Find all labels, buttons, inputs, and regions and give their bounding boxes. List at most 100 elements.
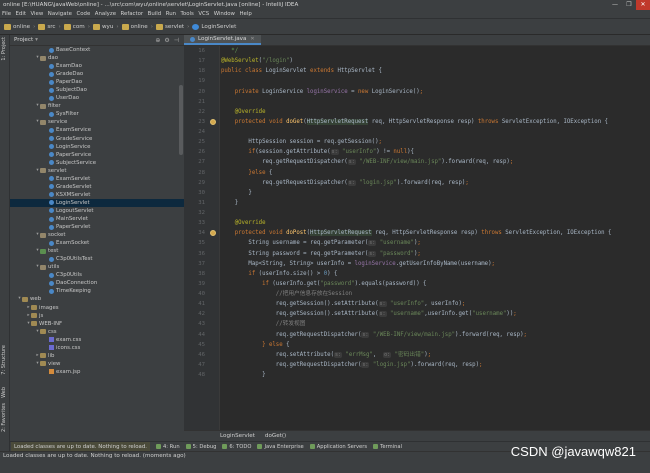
close-button[interactable]: ✕ <box>636 0 650 10</box>
project-scrollbar[interactable] <box>179 85 183 155</box>
tree-item[interactable]: MainServlet <box>10 215 184 223</box>
application-servers-tool-button[interactable]: Application Servers <box>309 444 367 450</box>
menu-edit[interactable]: Edit <box>16 10 26 19</box>
tree-item[interactable]: ▾ service <box>10 118 184 126</box>
line-number: 35 <box>198 240 205 247</box>
tree-item[interactable]: ▾ view <box>10 360 184 368</box>
code-line: @Override <box>221 220 266 227</box>
tree-item[interactable]: ▸ lib <box>10 352 184 360</box>
tree-item[interactable]: LoginServlet <box>10 198 184 207</box>
tree-item[interactable]: ▾ test <box>10 247 184 255</box>
override-method-icon[interactable] <box>210 118 216 125</box>
web-tool-tab[interactable]: Web <box>1 387 9 398</box>
tree-item[interactable]: ▾ dao <box>10 54 184 62</box>
terminal-tool-button[interactable]: Terminal <box>373 444 402 450</box>
tree-item[interactable]: ▾ utils <box>10 263 184 271</box>
menu-help[interactable]: Help <box>239 10 251 19</box>
run-tool-button[interactable]: 4: Run <box>155 444 180 450</box>
tree-item-label: exam.jsp <box>56 368 81 375</box>
structure-tool-tab[interactable]: 7: Structure <box>1 345 9 375</box>
chevron-down-icon[interactable]: ▾ <box>35 37 38 43</box>
menu-build[interactable]: Build <box>148 10 162 19</box>
tree-item[interactable]: SysFilter <box>10 110 184 118</box>
tree-item[interactable]: ▸ images <box>10 304 184 312</box>
line-number-gutter[interactable]: 16 17 18 19 20 21 22 23 24 25 26 27 28 29 30 31 32 33 34 35… <box>184 46 220 430</box>
breadcrumb-online-pkg[interactable]: online › <box>121 23 153 30</box>
tree-item[interactable]: PaperService <box>10 151 184 159</box>
tree-item[interactable]: ▾ servlet <box>10 167 184 175</box>
breadcrumb-class[interactable]: LoginServlet <box>220 433 255 439</box>
breadcrumb-online[interactable]: online › <box>4 23 35 30</box>
tree-item[interactable]: UserDao <box>10 94 184 102</box>
tree-item[interactable]: GradeServlet <box>10 183 184 191</box>
tree-item[interactable]: BaseContext <box>10 46 184 54</box>
settings-icon[interactable]: ⚙ <box>164 37 169 44</box>
tree-item[interactable]: KSXMServlet <box>10 191 184 199</box>
tree-item[interactable]: GradeDao <box>10 70 184 78</box>
breadcrumb-src[interactable]: src › <box>38 23 61 30</box>
tree-item[interactable]: GradeService <box>10 135 184 143</box>
tree-item[interactable]: C3p0Utils <box>10 271 184 279</box>
tab-loginservlet[interactable]: LoginServlet.java ✕ <box>184 35 261 45</box>
menu-navigate[interactable]: Navigate <box>48 10 72 19</box>
hide-icon[interactable]: ⊣ <box>174 37 179 44</box>
breadcrumb-com[interactable]: com › <box>63 23 90 30</box>
breadcrumb-wyu[interactable]: wyu › <box>92 23 119 30</box>
tree-item[interactable]: SubjectService <box>10 159 184 167</box>
menu-refactor[interactable]: Refactor <box>121 10 144 19</box>
breadcrumb-loginservlet[interactable]: LoginServlet <box>192 23 236 30</box>
menu-run[interactable]: Run <box>166 10 176 19</box>
code-area[interactable]: */ @WebServlet("/login") public class Lo… <box>221 46 650 430</box>
java-enterprise-tool-button[interactable]: Java Enterprise <box>257 444 304 450</box>
folder-icon <box>22 296 28 302</box>
tree-item[interactable]: PaperServlet <box>10 223 184 231</box>
tree-item[interactable]: ▾ web <box>10 295 184 303</box>
menu-code[interactable]: Code <box>76 10 90 19</box>
minimize-button[interactable]: — <box>608 0 622 10</box>
project-dropdown[interactable]: Project <box>14 37 33 43</box>
favorites-tool-tab[interactable]: 2: Favorites <box>1 403 9 432</box>
line-number: 16 <box>198 48 205 54</box>
folder-icon <box>40 361 46 367</box>
project-tool-tab[interactable]: 1: Project <box>1 37 9 61</box>
tree-item[interactable]: ▸ js <box>10 312 184 320</box>
tree-item[interactable]: ExamServlet <box>10 175 184 183</box>
code-line: if (userInfo.size() > 0) { <box>221 270 338 277</box>
close-icon[interactable]: ✕ <box>250 36 254 42</box>
tree-item[interactable]: ▾ WEB-INF <box>10 320 184 328</box>
sync-icon[interactable]: ⊕ <box>155 37 160 44</box>
todo-tool-button[interactable]: 6: TODO <box>222 444 251 450</box>
menu-view[interactable]: View <box>30 10 43 19</box>
tree-item[interactable]: TimeKeeping <box>10 287 184 295</box>
tree-item[interactable]: ExamSocket <box>10 239 184 247</box>
tree-item[interactable]: ▾ filter <box>10 102 184 110</box>
tree-item-label: icons.css <box>56 344 81 351</box>
override-method-icon[interactable] <box>210 230 216 237</box>
tree-item[interactable]: PaperDao <box>10 78 184 86</box>
menu-tools[interactable]: Tools <box>181 10 194 19</box>
menu-window[interactable]: Window <box>214 10 235 19</box>
tree-item[interactable]: C3p0UtilsTest <box>10 255 184 263</box>
breadcrumb-method[interactable]: doGet() <box>265 433 286 439</box>
notification-balloon[interactable]: Loaded classes are up to date. Nothing t… <box>11 441 150 452</box>
menu-vcs[interactable]: VCS <box>198 10 209 19</box>
tree-item[interactable]: ▾ socket <box>10 231 184 239</box>
code-line: protected void doGet(HttpServletRequest … <box>221 118 608 125</box>
tree-item[interactable]: LogoutServlet <box>10 207 184 215</box>
debug-tool-button[interactable]: 5: Debug <box>185 444 216 450</box>
menu-analyze[interactable]: Analyze <box>95 10 116 19</box>
menu-file[interactable]: File <box>2 10 11 19</box>
tree-item[interactable]: ExamDao <box>10 62 184 70</box>
tree-item[interactable]: ▾ css <box>10 328 184 336</box>
tree-item[interactable]: ExamService <box>10 126 184 134</box>
breadcrumb-servlet[interactable]: servlet › <box>155 23 189 30</box>
tree-item[interactable]: icons.css <box>10 344 184 352</box>
maximize-button[interactable]: ❐ <box>622 0 636 10</box>
class-icon <box>49 176 54 182</box>
code-line: if(session.getAttribute(s: "userInfo") !… <box>221 149 414 156</box>
tree-item[interactable]: exam.jsp <box>10 368 184 376</box>
tree-item[interactable]: DaoConnection <box>10 279 184 287</box>
tree-item[interactable]: exam.css <box>10 336 184 344</box>
tree-item[interactable]: LoginService <box>10 143 184 151</box>
tree-item[interactable]: SubjectDao <box>10 86 184 94</box>
